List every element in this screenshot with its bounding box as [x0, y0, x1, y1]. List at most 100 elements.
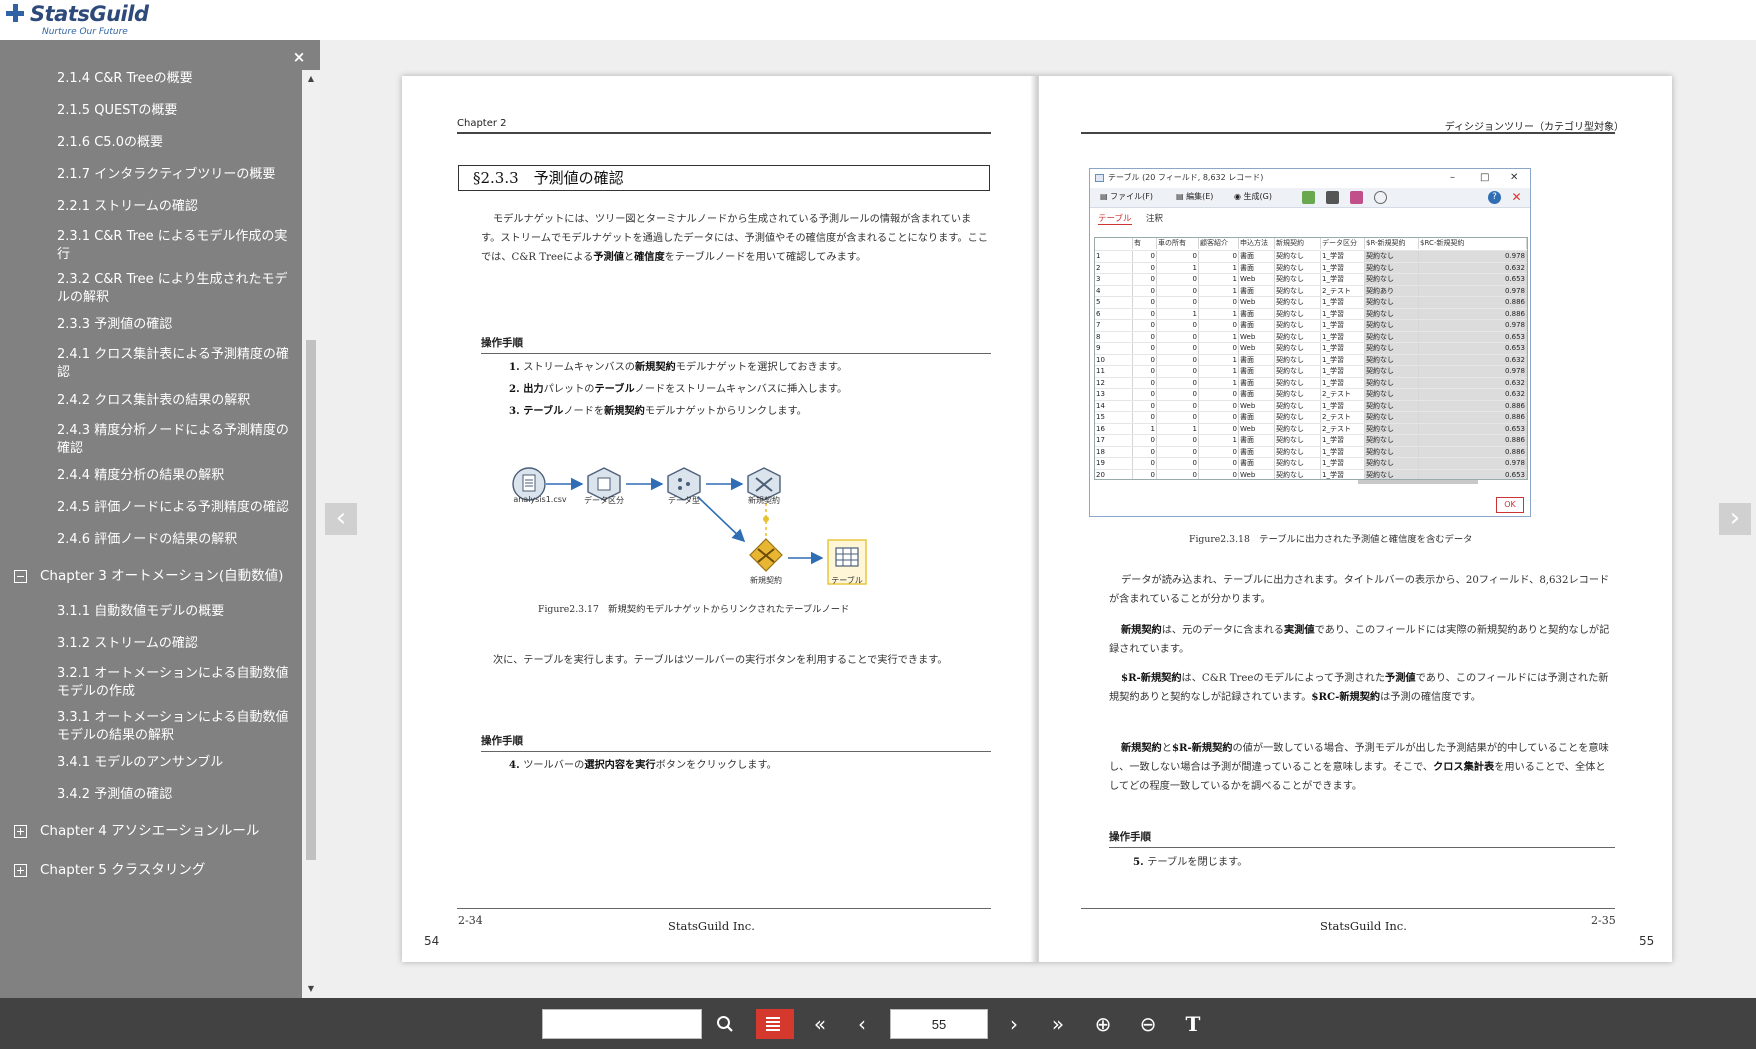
table-cell: 1_学習 [1321, 331, 1365, 343]
table-cell: 1 [1199, 377, 1239, 389]
body-paragraph: データが読み込まれ、テーブルに出力されます。タイトルバーの表示から、20フィール… [1109, 575, 1610, 605]
toc-item[interactable]: 2.1.6 C5.0の概要 [0, 134, 302, 152]
procedure-heading: 操作手順 [1109, 831, 1151, 843]
toc-item[interactable]: 2.4.4 精度分析の結果の解釈 [0, 467, 302, 485]
print-icon[interactable] [1326, 191, 1339, 204]
table-cell: 契約なし [1275, 412, 1321, 423]
intro-paragraph: モデルナゲットには、ツリー図とターミナルノードから生成されている予測ルールの情報… [481, 214, 989, 263]
column-header[interactable] [1095, 238, 1133, 249]
ok-button[interactable]: OK [1496, 497, 1524, 513]
grid-scrollbar[interactable] [1358, 480, 1478, 484]
tab-table[interactable]: テーブル [1098, 212, 1132, 225]
book-spread: Chapter 2 §2.3.3 予測値の確認 モデルナゲットには、ツリー図とタ… [402, 76, 1672, 962]
table-cell: 契約なし [1365, 308, 1419, 320]
close-icon[interactable]: ✕ [1510, 169, 1518, 187]
procedure-heading: 操作手順 [481, 337, 523, 349]
toc-item[interactable]: 2.4.2 クロス集計表の結果の解釈 [0, 392, 302, 410]
window-close-red-icon[interactable]: ✕ [1510, 191, 1523, 204]
column-header[interactable]: 申込方法 [1239, 238, 1275, 249]
column-header[interactable]: $RC-新規契約 [1419, 238, 1527, 249]
table-cell: 0 [1157, 469, 1199, 479]
last-page-icon[interactable]: » [1041, 1009, 1075, 1039]
table-cell: 0 [1199, 389, 1239, 400]
toc-item[interactable]: 2.3.1 C&R Tree によるモデル作成の実行 [0, 228, 302, 264]
node-label-partition: データ区分 [584, 496, 624, 505]
toc-item-label: 2.1.6 C5.0の概要 [57, 135, 163, 150]
next-page-icon[interactable]: › [997, 1009, 1031, 1039]
first-page-icon[interactable]: « [803, 1009, 837, 1039]
expand-icon[interactable] [14, 864, 27, 877]
scroll-thumb[interactable] [306, 340, 316, 860]
search-input[interactable] [542, 1009, 702, 1039]
toc-item[interactable]: 3.1.2 ストリームの確認 [0, 635, 302, 653]
toc-item-label: 2.1.4 C&R Treeの概要 [57, 71, 193, 86]
scroll-up-icon[interactable]: ▲ [302, 70, 320, 88]
toc-item[interactable]: 2.1.7 インタラクティブツリーの概要 [0, 166, 302, 184]
zoom-in-icon[interactable]: ⊕ [1086, 1009, 1120, 1039]
zoom-out-icon[interactable]: ⊖ [1131, 1009, 1165, 1039]
table-cell: 20 [1095, 469, 1133, 479]
minimize-icon[interactable]: – [1450, 169, 1455, 187]
table-cell: 0 [1133, 446, 1157, 458]
toc-item[interactable]: 3.3.1 オートメーションによる自動数値モデルの結果の解釈 [0, 709, 302, 745]
toc-item[interactable]: 3.1.1 自動数値モデルの概要 [0, 603, 302, 621]
menu-edit[interactable]: ▤ 編集(E) [1176, 191, 1213, 202]
export-icon[interactable] [1302, 191, 1315, 204]
column-header[interactable]: データ区分 [1321, 238, 1365, 249]
sidebar-close-icon[interactable]: × [290, 48, 308, 66]
table-cell: 1_学習 [1321, 469, 1365, 479]
search-icon[interactable] [1374, 191, 1387, 204]
table-cell: 契約なし [1275, 343, 1321, 354]
sidebar-scrollbar[interactable]: ▲ ▼ [302, 70, 320, 998]
menu-generate[interactable]: ◉ 生成(G) [1234, 191, 1272, 202]
left-page: Chapter 2 §2.3.3 予測値の確認 モデルナゲットには、ツリー図とタ… [402, 76, 1035, 962]
tab-annotation[interactable]: 注釈 [1146, 212, 1163, 224]
toc-item[interactable]: 3.4.1 モデルのアンサンブル [0, 754, 302, 772]
column-header[interactable]: 顧客紹介 [1199, 238, 1239, 249]
help-icon[interactable]: ? [1488, 191, 1501, 204]
table-cell: 0 [1157, 389, 1199, 400]
maximize-icon[interactable]: □ [1480, 169, 1489, 187]
toc-item[interactable]: 2.1.5 QUESTの概要 [0, 102, 302, 120]
table-cell: 1 [1095, 251, 1133, 262]
page-number-input[interactable] [890, 1009, 988, 1039]
table-cell: 0.886 [1419, 297, 1527, 308]
toc-item[interactable]: 2.3.2 C&R Tree により生成されたモデルの解釈 [0, 271, 302, 307]
toc-chapter[interactable]: Chapter 5 クラスタリング [0, 861, 302, 879]
prev-page-arrow[interactable]: ‹ [325, 503, 357, 535]
brand-logo[interactable]: StatsGuild Nurture Our Future [6, 2, 156, 38]
table-cell: 契約なし [1365, 458, 1419, 469]
column-header[interactable]: 有 [1133, 238, 1157, 249]
expand-icon[interactable] [14, 825, 27, 838]
toc-list-icon[interactable] [756, 1009, 794, 1039]
toc-item[interactable]: 2.4.5 評価ノードによる予測精度の確認 [0, 499, 302, 517]
toc-item[interactable]: 2.1.4 C&R Treeの概要 [0, 70, 302, 88]
table-cell: 契約なし [1365, 377, 1419, 389]
table-cell: 書面 [1239, 308, 1275, 320]
scroll-down-icon[interactable]: ▼ [302, 980, 320, 998]
chart-icon[interactable] [1350, 191, 1363, 204]
column-header[interactable]: 車の所有 [1157, 238, 1199, 249]
toc-item[interactable]: 2.3.3 予測値の確認 [0, 316, 302, 334]
table-cell: 1 [1133, 423, 1157, 435]
toc-item[interactable]: 2.4.3 精度分析ノードによる予測精度の確認 [0, 422, 302, 458]
text-icon[interactable]: T [1176, 1009, 1210, 1039]
column-header[interactable]: 新規契約 [1275, 238, 1321, 249]
toc-item-label: 3.2.1 オートメーションによる自動数値モデルの作成 [57, 666, 289, 699]
toc-item[interactable]: 2.4.1 クロス集計表による予測精度の確認 [0, 346, 302, 382]
search-icon[interactable] [708, 1009, 742, 1039]
prev-page-icon[interactable]: ‹ [845, 1009, 879, 1039]
toc-item[interactable]: 2.2.1 ストリームの確認 [0, 198, 302, 216]
toc-item[interactable]: 2.4.6 評価ノードの結果の解釈 [0, 531, 302, 549]
next-page-arrow[interactable]: › [1719, 503, 1751, 535]
toc-item[interactable]: 3.2.1 オートメーションによる自動数値モデルの作成 [0, 665, 302, 701]
toc-item[interactable]: 3.4.2 予測値の確認 [0, 786, 302, 804]
table-cell: 2_テスト [1321, 285, 1365, 297]
menu-file[interactable]: ▤ ファイル(F) [1100, 191, 1153, 202]
toc-chapter[interactable]: Chapter 4 アソシエーションルール [0, 822, 302, 840]
header-rule [457, 132, 991, 134]
toc-chapter[interactable]: Chapter 3 オートメーション(自動数値) [0, 567, 302, 585]
collapse-icon[interactable] [14, 570, 27, 583]
toc-item-label: 2.4.2 クロス集計表の結果の解釈 [57, 393, 251, 408]
column-header[interactable]: $R-新規契約 [1365, 238, 1419, 249]
